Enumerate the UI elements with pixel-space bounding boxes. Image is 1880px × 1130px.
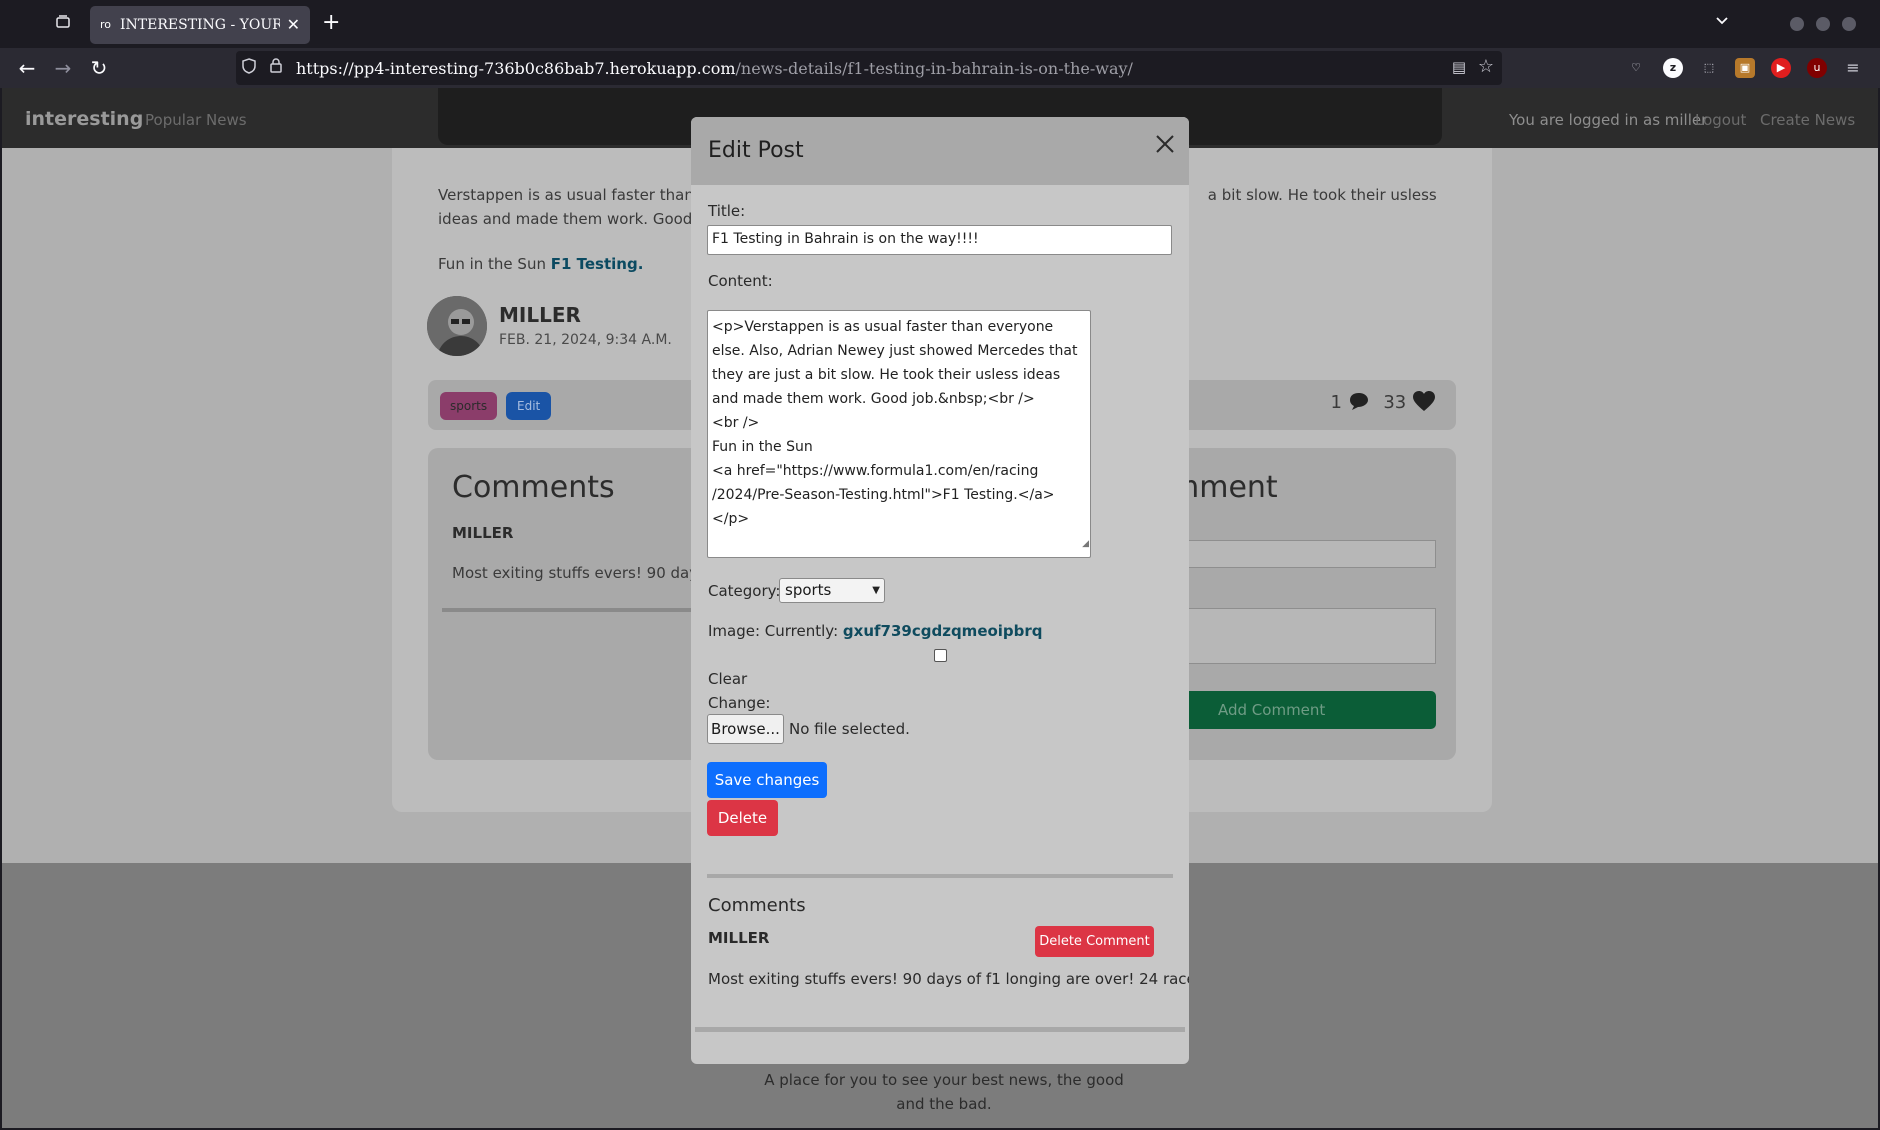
- modal-comment-text: Most exiting stuffs evers! 90 days of f1…: [708, 970, 1189, 988]
- delete-button[interactable]: Delete: [707, 800, 778, 836]
- no-file-text: No file selected.: [789, 720, 910, 738]
- divider: [707, 874, 1173, 878]
- pocket-icon[interactable]: ♡: [1626, 58, 1646, 78]
- post-date: FEB. 21, 2024, 9:34 A.M.: [499, 332, 672, 348]
- modal-title: Edit Post: [708, 138, 804, 163]
- image-row: Image: Currently: gxuf739cgdzqmeoipbrq: [708, 622, 1043, 640]
- logged-in-text: You are logged in as miller: [1509, 111, 1708, 129]
- plus-icon[interactable]: +: [322, 10, 340, 35]
- chevron-down-icon[interactable]: [1714, 12, 1730, 32]
- f1-testing-link[interactable]: F1 Testing.: [551, 255, 644, 273]
- comments-title: Comments: [452, 470, 615, 505]
- content-label: Content:: [708, 272, 773, 290]
- popular-news-link[interactable]: Popular News: [145, 111, 247, 129]
- content-textarea[interactable]: <p>Verstappen is as usual faster than ev…: [707, 310, 1091, 558]
- footer-tagline: A place for you to see your best news, t…: [764, 1071, 1124, 1113]
- comment-count: 1: [1330, 392, 1342, 413]
- browse-button[interactable]: Browse...: [707, 714, 784, 744]
- clear-image-checkbox[interactable]: [934, 649, 947, 662]
- star-icon[interactable]: ☆: [1478, 56, 1494, 77]
- delete-comment-button[interactable]: Delete Comment: [1035, 926, 1154, 957]
- post-author: MILLER: [499, 303, 581, 327]
- edit-post-modal: Edit Post Title: F1 Testing in Bahrain i…: [691, 117, 1189, 1064]
- reader-view-icon[interactable]: ▤: [1452, 58, 1466, 76]
- heart-icon[interactable]: [1412, 391, 1436, 413]
- comment-author: MILLER: [452, 524, 514, 542]
- modal-comments-title: Comments: [708, 895, 806, 916]
- category-select[interactable]: sports ▼: [779, 578, 885, 603]
- post-stats: 1 33: [1330, 390, 1436, 413]
- close-window-button[interactable]: [1842, 17, 1856, 31]
- title-label: Title:: [708, 202, 746, 220]
- close-icon[interactable]: [1155, 134, 1175, 158]
- ublock-icon[interactable]: u: [1807, 58, 1827, 78]
- avatar: [427, 296, 487, 356]
- change-label: Change:: [708, 694, 771, 712]
- comment-text: Most exiting stuffs evers! 90 days o: [452, 564, 720, 582]
- post-footer-line: Fun in the Sun F1 Testing.: [438, 255, 644, 273]
- save-changes-button[interactable]: Save changes: [707, 762, 827, 798]
- resize-grip-icon[interactable]: ◢: [1082, 532, 1089, 556]
- modal-header: Edit Post: [691, 117, 1189, 185]
- url-text[interactable]: https://pp4-interesting-736b0c86bab7.her…: [296, 59, 1133, 78]
- close-icon[interactable]: ✕: [287, 15, 300, 34]
- tab-title: INTERESTING - YOUR N: [120, 17, 280, 33]
- comment-body-field[interactable]: [1170, 608, 1436, 664]
- back-icon[interactable]: ←: [13, 54, 41, 82]
- chevron-down-icon: ▼: [872, 585, 880, 596]
- youtube-icon[interactable]: ▶: [1771, 58, 1791, 78]
- current-image-link[interactable]: gxuf739cgdzqmeoipbrq: [843, 622, 1043, 640]
- tab-list-icon[interactable]: [48, 12, 78, 38]
- zotero-icon[interactable]: z: [1663, 58, 1683, 78]
- browser-tab-bar: ro INTERESTING - YOUR N ✕ +: [0, 0, 1880, 48]
- logout-link[interactable]: Logout: [1695, 111, 1746, 129]
- comment-name-field[interactable]: [1170, 540, 1436, 568]
- add-comment-button[interactable]: Add Comment: [1170, 691, 1436, 729]
- comment-icon: [1342, 392, 1375, 413]
- create-news-link[interactable]: Create News: [1760, 111, 1855, 129]
- address-bar[interactable]: https://pp4-interesting-736b0c86bab7.her…: [236, 51, 1502, 85]
- shield-icon[interactable]: [242, 58, 256, 78]
- reload-icon[interactable]: ↻: [85, 54, 113, 82]
- lock-icon[interactable]: [270, 58, 282, 77]
- divider-bottom: [695, 1027, 1185, 1032]
- browser-toolbar: ← → ↻ https://pp4-interesting-736b0c86ba…: [0, 48, 1880, 88]
- menu-icon[interactable]: ≡: [1843, 58, 1863, 78]
- like-count: 33: [1383, 392, 1407, 413]
- browser-tab[interactable]: ro INTERESTING - YOUR N ✕: [90, 6, 310, 44]
- clear-label: Clear: [708, 670, 748, 688]
- category-badge[interactable]: sports: [440, 392, 498, 420]
- minimize-button[interactable]: [1790, 17, 1804, 31]
- site-brand[interactable]: interesting: [25, 108, 143, 130]
- tab-favicon: ro: [100, 18, 112, 31]
- maximize-button[interactable]: [1816, 17, 1830, 31]
- category-label: Category:: [708, 582, 781, 600]
- title-input[interactable]: F1 Testing in Bahrain is on the way!!!!: [707, 225, 1172, 255]
- extension-icon-2[interactable]: ▣: [1735, 58, 1755, 78]
- modal-comment-author: MILLER: [708, 929, 770, 947]
- edit-button[interactable]: Edit: [506, 392, 552, 420]
- extension-icon[interactable]: ⬚: [1699, 58, 1719, 78]
- forward-icon[interactable]: →: [49, 54, 77, 82]
